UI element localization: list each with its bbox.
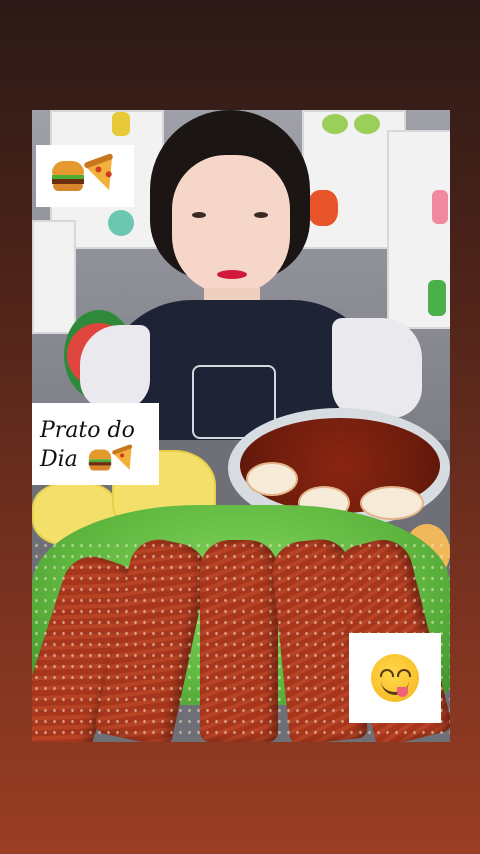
left-eye [192,212,206,218]
yellow-figure [112,112,130,136]
green-cup [322,114,348,134]
prato-line2: Dia [40,447,78,472]
burger-icon [52,161,84,191]
egg [360,486,424,520]
egg [246,462,298,496]
teal-jar [108,210,134,236]
prato-line1: Prato do [40,418,135,443]
smiley-sticker[interactable] [349,633,441,723]
pizza-icon [83,153,123,195]
right-eye [254,212,268,218]
shelf-lower-left [32,220,76,334]
lace-sleeve-right [332,318,422,418]
smiley-tongue-icon [371,654,419,702]
prato-do-dia-sticker[interactable]: Prato do Dia [32,403,159,485]
person-lips [217,270,247,279]
green-cup-2 [354,114,380,134]
lace-sleeve-left [80,325,150,410]
food-emoji-sticker[interactable] [36,145,134,207]
green-bottle [428,280,446,316]
pink-bottle [432,190,448,224]
orange-vase [308,190,338,226]
burger-icon [88,449,111,471]
pizza-icon [111,443,139,474]
